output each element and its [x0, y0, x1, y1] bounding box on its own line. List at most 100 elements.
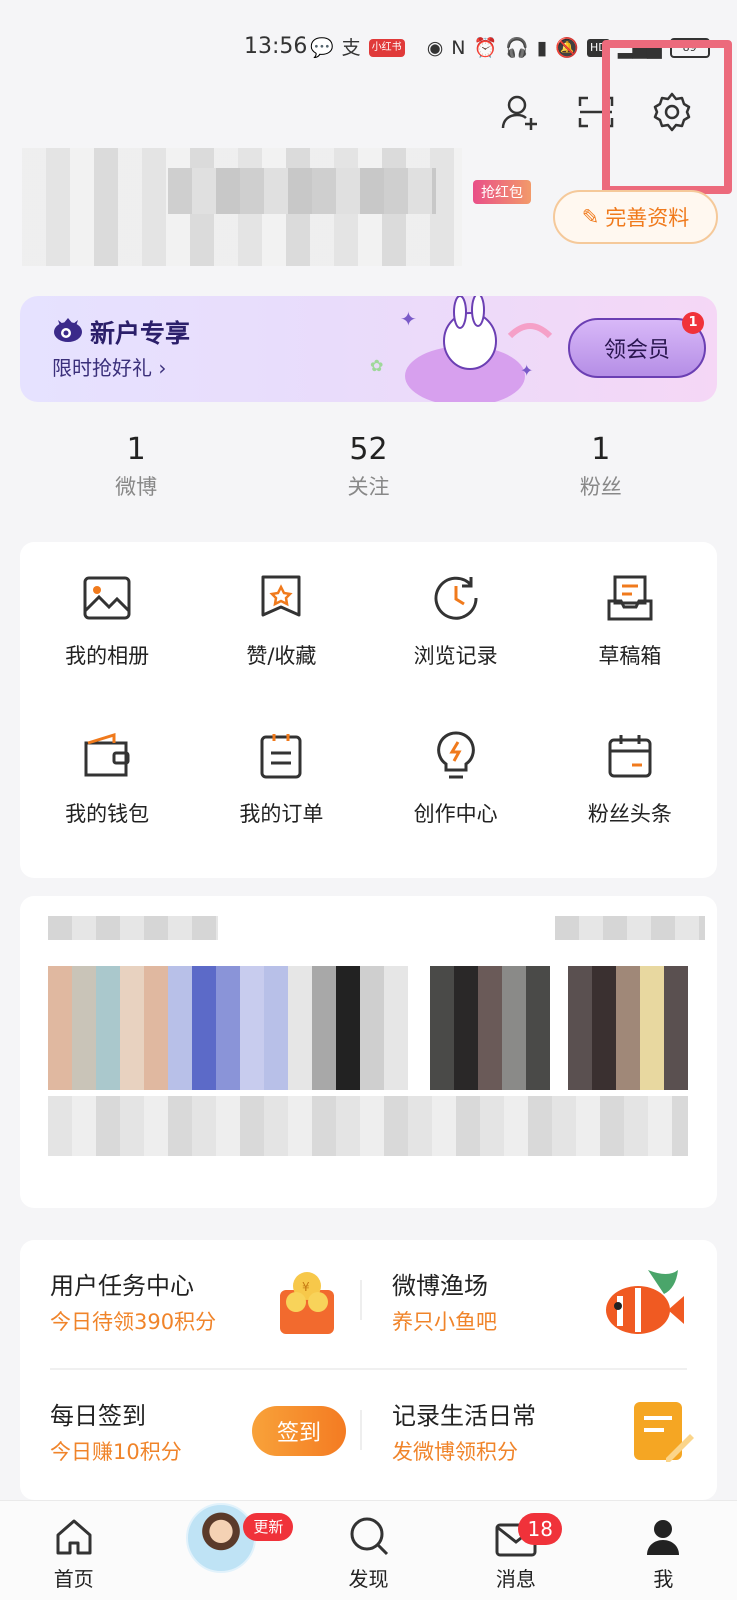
stat-weibo[interactable]: 1 微博 — [20, 430, 252, 520]
nav-avatar[interactable]: 更新 — [147, 1501, 294, 1600]
unicorn-illustration-icon: ✦ ✦ ✿ — [370, 296, 553, 402]
headphones-icon: 🎧 — [505, 37, 529, 59]
stat-value: 52 — [349, 432, 388, 467]
task-title: 用户任务中心 — [50, 1272, 194, 1300]
feature-grid: 我的相册 赞/收藏 浏览记录 草稿箱 我的钱包 我的订单 创作中心 粉丝头条 — [20, 542, 717, 878]
grid-item-label: 粉丝头条 — [587, 802, 672, 826]
profile-icon — [647, 1520, 680, 1555]
task-checkin[interactable]: 每日签到 今日赚10积分 签到 — [20, 1370, 360, 1490]
grid-item-label: 创作中心 — [413, 802, 498, 826]
grid-item-label: 我的钱包 — [65, 802, 150, 826]
stat-label: 微博 — [115, 475, 158, 499]
grid-item-label: 赞/收藏 — [246, 644, 317, 668]
svg-text:✦: ✦ — [520, 361, 533, 380]
stat-fans[interactable]: 1 粉丝 — [485, 430, 717, 520]
pencil-icon: ✎ — [581, 205, 600, 229]
edit-profile-button[interactable]: ✎ 完善资料 — [553, 190, 718, 244]
username-blurred — [168, 168, 436, 214]
grid-item-likes[interactable]: 赞/收藏 — [194, 562, 368, 720]
task-title: 记录生活日常 — [392, 1402, 536, 1430]
photo-album-icon — [83, 576, 131, 620]
wechat-icon: 💬 — [310, 37, 334, 59]
vip-banner[interactable]: 新户专享 限时抢好礼 › ✦ ✦ ✿ 领会员 1 — [20, 296, 717, 402]
grid-item-drafts[interactable]: 草稿箱 — [543, 562, 717, 720]
grid-item-label: 浏览记录 — [413, 644, 498, 668]
blurred-thumbnail — [168, 966, 288, 1090]
checkin-button[interactable]: 签到 — [252, 1406, 346, 1456]
blurred-heading — [48, 916, 218, 940]
mute-icon: 🔕 — [555, 37, 579, 59]
avatar — [186, 1503, 257, 1573]
redpack-tag[interactable]: 抢红包 — [473, 180, 531, 204]
bottom-nav: 首页 更新 发现 消息 18 我 — [0, 1500, 737, 1600]
calendar-icon — [608, 735, 652, 778]
task-fishing[interactable]: 微博渔场 养只小鱼吧 — [362, 1240, 702, 1360]
recent-posts-blurred[interactable] — [20, 896, 717, 1208]
nav-discover[interactable]: 发现 — [295, 1501, 442, 1600]
nav-home[interactable]: 首页 — [0, 1501, 147, 1600]
update-badge: 更新 — [243, 1513, 294, 1541]
drafts-tray-icon — [607, 575, 653, 621]
lightbulb-icon — [436, 731, 475, 779]
app-badge-icon: 小红书 — [368, 39, 405, 57]
stat-following[interactable]: 52 关注 — [252, 430, 484, 520]
grid-item-album[interactable]: 我的相册 — [20, 562, 194, 720]
battery-saver-icon: ▮ — [536, 37, 548, 59]
nav-messages[interactable]: 消息 18 — [442, 1501, 589, 1600]
grid-item-orders[interactable]: 我的订单 — [194, 720, 368, 878]
blurred-thumbnail — [430, 966, 550, 1090]
task-user-center[interactable]: 用户任务中心 今日待领390积分 ¥ — [20, 1240, 360, 1360]
blurred-captions — [48, 1096, 688, 1156]
edit-profile-label: 完善资料 — [605, 206, 690, 230]
message-count-badge: 18 — [518, 1513, 563, 1545]
note-edit-icon — [634, 1402, 694, 1462]
history-clock-icon — [434, 576, 478, 620]
task-record-life[interactable]: 记录生活日常 发微博领积分 — [362, 1370, 702, 1490]
grid-item-fans-headline[interactable]: 粉丝头条 — [543, 720, 717, 878]
blurred-thumbnail — [288, 966, 408, 1090]
task-subtitle: 今日赚10积分 — [50, 1440, 182, 1464]
fish-icon — [606, 1270, 684, 1334]
home-icon — [56, 1519, 92, 1555]
vip-subtitle[interactable]: 限时抢好礼 › — [52, 352, 166, 381]
stat-value: 1 — [591, 432, 611, 467]
alipay-icon: 支 — [341, 37, 361, 59]
alarm-icon: ⏰ — [473, 37, 498, 59]
nav-label: 消息 — [495, 1567, 536, 1591]
nfc-icon: N — [451, 37, 466, 59]
add-user-icon — [501, 95, 537, 130]
task-subtitle: 发微博领积分 — [392, 1440, 518, 1464]
bookmark-star-icon — [261, 575, 301, 617]
vip-badge: 1 — [682, 312, 704, 334]
stat-label: 粉丝 — [579, 475, 622, 499]
orders-icon — [260, 734, 302, 779]
highlight-annotation — [602, 40, 732, 194]
blurred-link — [555, 916, 705, 940]
stat-value: 1 — [126, 432, 146, 467]
eye-icon: ◉ — [426, 37, 444, 59]
coin-bag-icon: ¥ — [280, 1272, 334, 1334]
add-friend-button[interactable] — [496, 88, 544, 136]
status-time: 13:56 — [244, 34, 308, 59]
profile-stats: 1 微博 52 关注 1 粉丝 — [20, 430, 717, 520]
grid-item-creator[interactable]: 创作中心 — [369, 720, 543, 878]
svg-text:✦: ✦ — [400, 307, 417, 331]
grid-item-label: 我的订单 — [239, 802, 324, 826]
nav-label: 我 — [653, 1567, 674, 1591]
search-icon — [350, 1517, 388, 1556]
blurred-thumbnail — [48, 966, 168, 1090]
nav-me[interactable]: 我 — [590, 1501, 737, 1600]
nav-label: 首页 — [53, 1567, 94, 1591]
tasks-card: 用户任务中心 今日待领390积分 ¥ 微博渔场 养只小鱼吧 每日签到 今日赚10… — [20, 1240, 717, 1500]
nav-label: 发现 — [348, 1567, 389, 1591]
task-title: 微博渔场 — [392, 1272, 488, 1300]
task-subtitle: 今日待领390积分 — [50, 1310, 217, 1334]
grid-item-history[interactable]: 浏览记录 — [369, 562, 543, 720]
grid-item-wallet[interactable]: 我的钱包 — [20, 720, 194, 878]
svg-text:✿: ✿ — [370, 356, 383, 375]
vip-title: 新户专享 — [90, 319, 191, 348]
stat-label: 关注 — [347, 475, 390, 499]
grid-item-label: 草稿箱 — [598, 644, 662, 668]
svg-text:¥: ¥ — [302, 1280, 310, 1294]
task-title: 每日签到 — [50, 1402, 146, 1430]
